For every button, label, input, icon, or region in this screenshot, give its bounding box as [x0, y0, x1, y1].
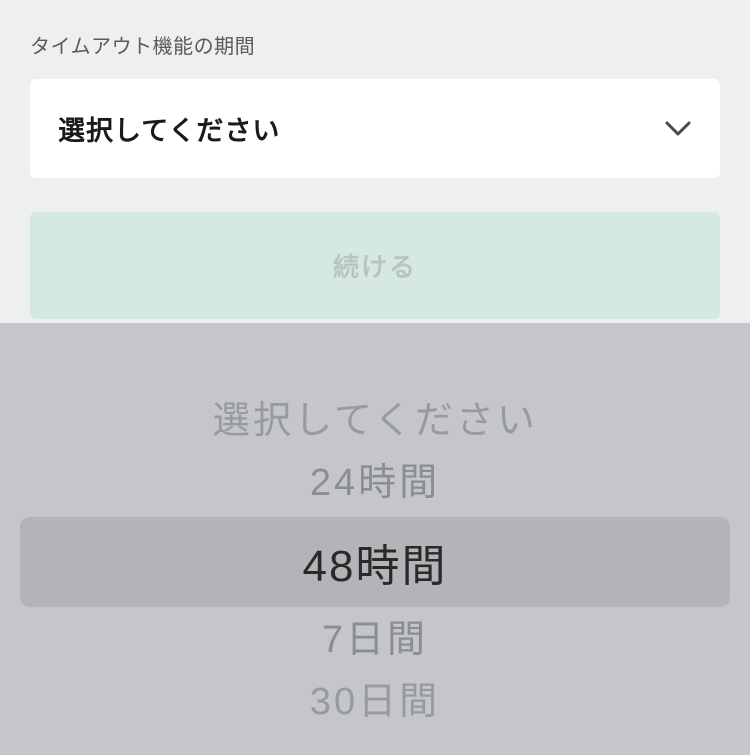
picker-option-selected[interactable]: 48時間: [20, 517, 730, 607]
picker-option[interactable]: カスタム: [20, 733, 730, 735]
continue-button[interactable]: 続ける: [30, 212, 720, 319]
duration-select-text: 選択してください: [58, 109, 280, 148]
picker-panel: 選択してください 24時間 48時間 7日間 30日間 カスタム: [0, 323, 750, 755]
picker-wheel[interactable]: 選択してください 24時間 48時間 7日間 30日間 カスタム: [20, 343, 730, 735]
timeout-duration-label: タイムアウト機能の期間: [30, 30, 720, 59]
picker-option[interactable]: 24時間: [20, 453, 730, 515]
picker-option[interactable]: 7日間: [20, 610, 730, 672]
picker-option[interactable]: 選択してください: [20, 391, 730, 453]
picker-option[interactable]: 30日間: [20, 672, 730, 734]
chevron-down-icon: [664, 115, 692, 143]
form-section: タイムアウト機能の期間 選択してください 続ける: [0, 0, 750, 349]
duration-select[interactable]: 選択してください: [30, 79, 720, 178]
